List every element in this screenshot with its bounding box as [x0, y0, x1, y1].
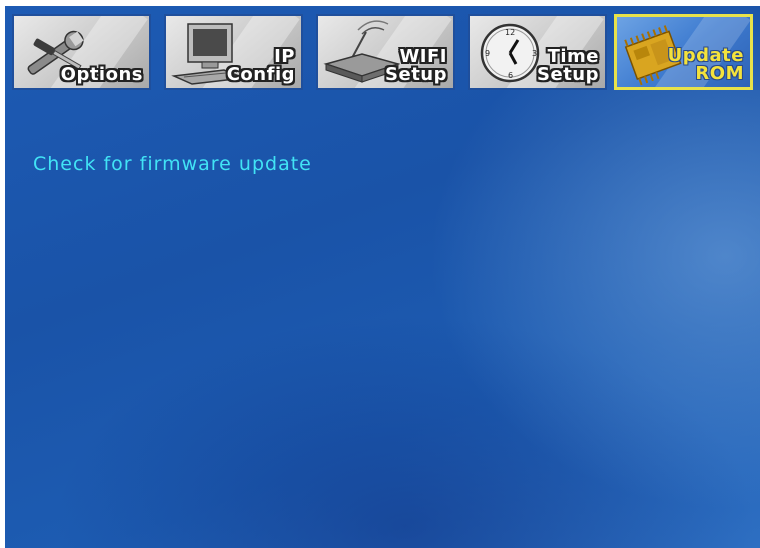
tab-time-setup[interactable]: 12 3 6 9 Time Setup: [468, 14, 607, 90]
svg-text:6: 6: [508, 71, 513, 80]
tab-options[interactable]: Options: [12, 14, 151, 90]
tab-update-rom[interactable]: Update ROM: [614, 14, 753, 90]
tab-options-label: Options: [60, 64, 143, 85]
tab-wifi-setup[interactable]: WIFI Setup: [316, 14, 455, 90]
settings-tab-bar: Options IP Config WIFI Setup 12 3 6 9 Ti…: [5, 6, 760, 102]
svg-text:9: 9: [485, 49, 490, 58]
svg-text:12: 12: [505, 28, 515, 37]
page-heading: Check for firmware update: [33, 153, 312, 175]
tab-time-setup-label: Time Setup: [537, 46, 599, 85]
firmware-update-screen: Options IP Config WIFI Setup 12 3 6 9 Ti…: [5, 6, 760, 548]
tab-update-rom-label: Update ROM: [667, 45, 744, 84]
tab-ip-config-label: IP Config: [226, 46, 295, 85]
tab-wifi-setup-label: WIFI Setup: [385, 46, 447, 85]
tab-ip-config[interactable]: IP Config: [164, 14, 303, 90]
